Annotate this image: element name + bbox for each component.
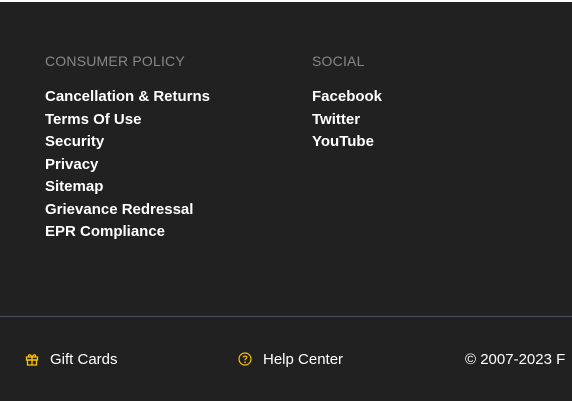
social-column: SOCIAL Facebook Twitter YouTube [312,53,382,154]
link-twitter[interactable]: Twitter [312,109,382,132]
link-grievance-redressal[interactable]: Grievance Redressal [45,199,210,222]
link-facebook[interactable]: Facebook [312,86,382,109]
link-security[interactable]: Security [45,131,210,154]
link-terms-of-use[interactable]: Terms Of Use [45,109,210,132]
link-cancellation-returns[interactable]: Cancellation & Returns [45,86,210,109]
gift-cards-label: Gift Cards [50,350,118,368]
footer: CONSUMER POLICY Cancellation & Returns T… [0,0,572,401]
copyright-text: © 2007-2023 F [465,350,566,368]
footer-divider [0,316,572,317]
link-youtube[interactable]: YouTube [312,131,382,154]
link-epr-compliance[interactable]: EPR Compliance [45,221,210,244]
link-privacy[interactable]: Privacy [45,154,210,177]
help-center-link[interactable]: Help Center [238,349,343,369]
help-center-label: Help Center [263,350,344,368]
gift-cards-link[interactable]: Gift Cards [25,349,118,369]
gift-icon [25,352,39,366]
social-heading: SOCIAL [312,53,365,69]
link-sitemap[interactable]: Sitemap [45,176,210,199]
consumer-policy-heading: CONSUMER POLICY [45,53,185,69]
help-circle-icon [238,352,252,366]
consumer-policy-column: CONSUMER POLICY Cancellation & Returns T… [45,53,210,244]
top-edge [0,0,572,2]
